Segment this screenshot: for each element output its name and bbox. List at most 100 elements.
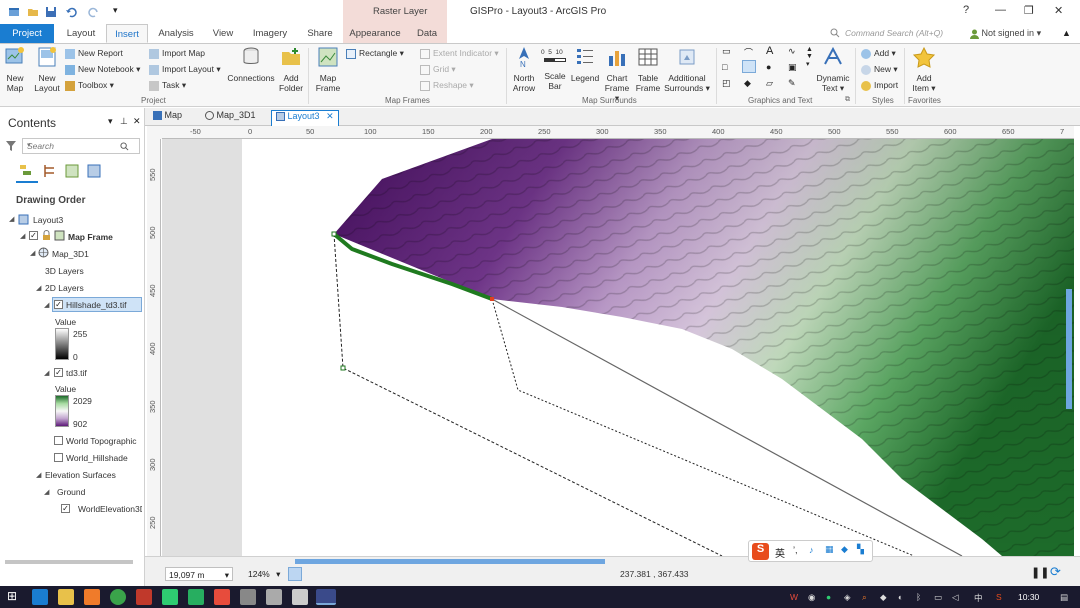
close-tab-icon[interactable]: ✕ bbox=[326, 111, 334, 121]
editing-list-icon[interactable] bbox=[86, 163, 102, 179]
tab-appearance[interactable]: Appearance bbox=[343, 24, 407, 43]
tree-elevation-surfaces[interactable]: Elevation Surfaces bbox=[45, 470, 116, 480]
graphics-gallery[interactable]: ▭ ⌒ A ∿ □ ● ▣ ◰ ◆ ▱ ✎ ▲ ▼ ▾ bbox=[722, 45, 814, 92]
dynamic-text-button[interactable]: Dynamic Text ▾ bbox=[816, 46, 850, 93]
refresh-icon[interactable]: ⟳ bbox=[1050, 564, 1061, 580]
tab-analysis[interactable]: Analysis bbox=[154, 24, 198, 43]
polyline-icon[interactable]: ⌒ bbox=[744, 46, 753, 59]
callout-icon[interactable]: ▱ bbox=[766, 78, 773, 89]
tab-imagery[interactable]: Imagery bbox=[248, 24, 292, 43]
legend-button[interactable]: Legend bbox=[570, 46, 600, 83]
spreadsheet-icon[interactable] bbox=[188, 589, 204, 605]
selection-list-icon[interactable] bbox=[64, 163, 80, 179]
toolbox-grid-icon[interactable]: ▚ bbox=[857, 544, 864, 555]
line-graphic-icon[interactable] bbox=[742, 60, 756, 73]
pause-icon[interactable]: ❚❚ bbox=[1031, 566, 1049, 579]
pane-menu-icon[interactable]: ▾ bbox=[108, 116, 113, 127]
text-icon[interactable]: A bbox=[766, 45, 773, 57]
tree-map[interactable]: Map_3D1 bbox=[52, 249, 89, 259]
add-folder-button[interactable]: Add Folder bbox=[278, 46, 304, 93]
world-topo-checkbox[interactable] bbox=[54, 436, 63, 445]
lock-icon[interactable] bbox=[41, 230, 52, 241]
tab-insert[interactable]: Insert bbox=[106, 24, 148, 43]
toolbox-button[interactable]: Toolbox ▾ bbox=[65, 80, 114, 91]
polygon-icon[interactable]: ▭ bbox=[722, 46, 731, 57]
extent-indicator-button[interactable]: Extent Indicator ▾ bbox=[420, 48, 499, 59]
tree-map-frame[interactable]: Map Frame bbox=[68, 232, 113, 242]
ime-toolbar[interactable]: S 英 ’, ♪ ▦ ◆ ▚ bbox=[748, 540, 873, 562]
expand-icon[interactable]: ◢ bbox=[44, 369, 49, 377]
map-frame-button[interactable]: Map Frame bbox=[314, 46, 342, 93]
restore-button[interactable]: ❐ bbox=[1024, 4, 1034, 17]
shield-icon[interactable]: ◈ bbox=[844, 592, 851, 603]
tree-world-elevation[interactable]: WorldElevation3D bbox=[78, 504, 142, 514]
tree-layout[interactable]: Layout3 bbox=[33, 215, 63, 225]
command-search-input[interactable]: Command Search (Alt+Q) bbox=[828, 26, 960, 41]
tree-world-hillshade[interactable]: World_Hillshade bbox=[66, 453, 128, 463]
settings-icon[interactable] bbox=[292, 589, 308, 605]
source-list-icon[interactable] bbox=[42, 163, 58, 179]
input-language[interactable]: 中 bbox=[974, 592, 983, 604]
ribbon-options-icon[interactable]: ▲ bbox=[1062, 28, 1071, 38]
tab-view[interactable]: View bbox=[206, 24, 240, 43]
tray-icon[interactable]: ◐ bbox=[898, 592, 903, 602]
vertical-scrollbar[interactable] bbox=[1066, 289, 1072, 409]
expand-icon[interactable]: ◢ bbox=[44, 488, 49, 496]
edge-icon[interactable] bbox=[32, 589, 48, 605]
close-button[interactable]: ✕ bbox=[1054, 4, 1063, 17]
horizontal-scrollbar[interactable] bbox=[295, 559, 605, 564]
contents-search-input[interactable]: Search ▾ bbox=[22, 138, 140, 154]
redo-icon[interactable] bbox=[88, 6, 100, 18]
tab-data[interactable]: Data bbox=[407, 24, 447, 43]
search-app-icon[interactable] bbox=[84, 589, 100, 605]
save-icon[interactable] bbox=[45, 6, 57, 18]
app-icon[interactable] bbox=[266, 589, 282, 605]
wps-tray-icon[interactable]: W bbox=[790, 592, 798, 602]
expand-icon[interactable]: ◢ bbox=[36, 284, 41, 292]
map-frame-checkbox[interactable]: ✓ bbox=[29, 231, 38, 240]
world-elevation-checkbox[interactable]: ✓ bbox=[61, 504, 70, 513]
contents-scrollbar[interactable] bbox=[5, 560, 133, 564]
search-tray-icon[interactable]: ⌕ bbox=[862, 592, 867, 603]
scale-input[interactable]: 19,097 m ▾ bbox=[165, 567, 233, 581]
view-tab-map[interactable]: Map bbox=[149, 110, 195, 126]
wps-icon[interactable] bbox=[214, 589, 230, 605]
add-item-button[interactable]: Add Item ▾ bbox=[910, 46, 938, 93]
view-tab-map3d[interactable]: Map_3D1 bbox=[201, 110, 265, 126]
circle-graphic-icon[interactable]: ● bbox=[766, 62, 771, 72]
arcgis-pro-icon[interactable] bbox=[316, 589, 336, 605]
dialog-launcher-icon[interactable]: ⧉ bbox=[845, 96, 850, 104]
bluetooth-icon[interactable]: ᛒ bbox=[916, 592, 921, 602]
fixed-zoom-icon[interactable] bbox=[288, 567, 302, 581]
tab-share[interactable]: Share bbox=[302, 24, 338, 43]
customize-qat-icon[interactable]: ▾ bbox=[113, 5, 125, 17]
picture-icon[interactable]: ▣ bbox=[788, 62, 797, 73]
chevron-down-icon[interactable]: ▾ bbox=[27, 141, 137, 149]
windows-start-icon[interactable]: ⊞ bbox=[7, 589, 17, 603]
hillshade-checkbox[interactable]: ✓ bbox=[54, 300, 63, 309]
expand-icon[interactable]: ◢ bbox=[20, 232, 25, 240]
chrome-icon[interactable] bbox=[110, 589, 126, 605]
import-layout-button[interactable]: Import Layout ▾ bbox=[149, 64, 221, 75]
import-map-button[interactable]: Import Map bbox=[149, 48, 205, 59]
expand-icon[interactable]: ◢ bbox=[30, 249, 35, 257]
filter-icon[interactable] bbox=[6, 141, 16, 151]
app-icon[interactable] bbox=[136, 589, 152, 605]
reshape-button[interactable]: Reshape ▾ bbox=[420, 80, 474, 91]
tree-ground[interactable]: Ground bbox=[57, 487, 85, 497]
world-hillshade-checkbox[interactable] bbox=[54, 453, 63, 462]
volume-icon[interactable]: ◁ bbox=[952, 592, 959, 603]
new-map-button[interactable]: New Map bbox=[3, 46, 27, 93]
expand-icon[interactable]: ◢ bbox=[36, 471, 41, 479]
ime-language[interactable]: 英 bbox=[775, 545, 785, 560]
tree-world-topo[interactable]: World Topographic bbox=[66, 436, 137, 446]
rectangle-graphic-icon[interactable]: □ bbox=[722, 62, 727, 72]
curve-icon[interactable]: ∿ bbox=[788, 46, 796, 57]
new-notebook-button[interactable]: New Notebook ▾ bbox=[65, 64, 140, 75]
ime-tray-icon[interactable]: S bbox=[996, 592, 1002, 602]
open-icon[interactable] bbox=[27, 6, 39, 18]
task-button[interactable]: Task ▾ bbox=[149, 80, 186, 91]
undo-icon[interactable] bbox=[65, 6, 77, 18]
layout-canvas[interactable] bbox=[162, 139, 1074, 556]
rectangle-button[interactable]: Rectangle ▾ bbox=[346, 48, 404, 59]
